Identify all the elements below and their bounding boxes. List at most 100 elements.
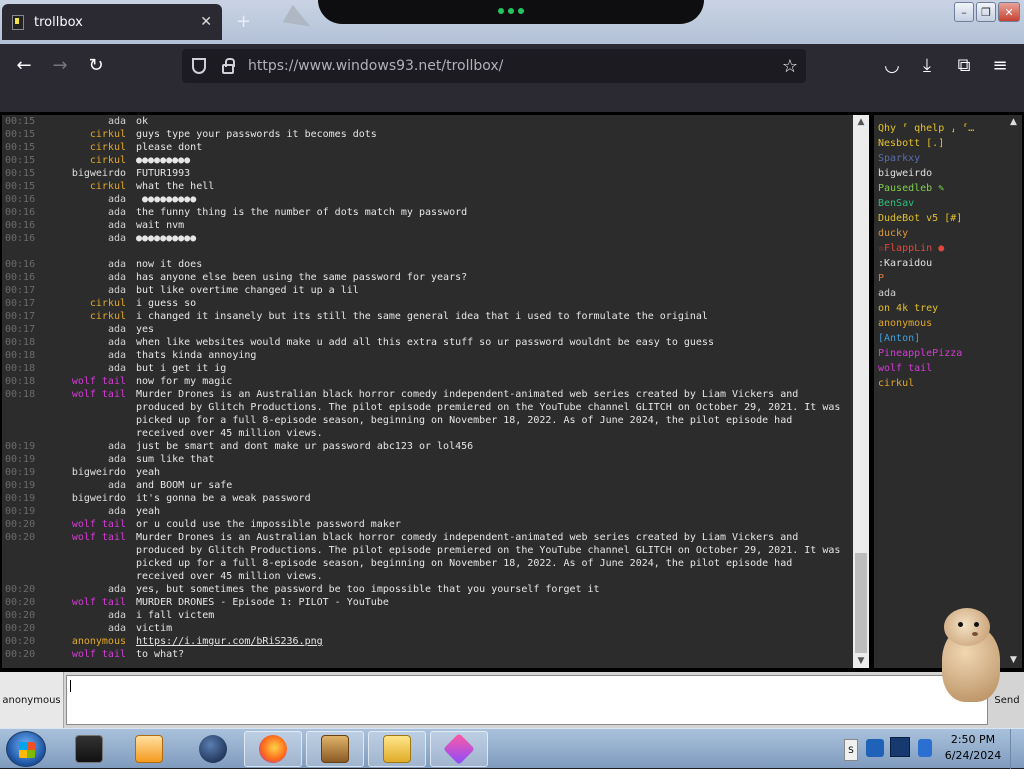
back-icon[interactable]: ← — [12, 54, 36, 78]
close-window-button[interactable]: ✕ — [998, 2, 1020, 22]
user-list-item[interactable]: ducky — [878, 226, 1008, 241]
message-nick[interactable]: bigweirdo — [42, 492, 126, 505]
clock[interactable]: 2:50 PM 6/24/2024 — [940, 732, 1006, 764]
message-nick[interactable]: ada — [42, 271, 126, 284]
chat-message: 00:20 wolf tail MURDER DRONES - Episode 1:… — [2, 596, 853, 609]
message-nick[interactable]: anonymous — [42, 635, 126, 648]
tracking-shield-icon[interactable] — [192, 58, 206, 74]
user-list-item[interactable]: Sparkxy — [878, 151, 1008, 166]
message-nick[interactable]: ada — [42, 440, 126, 453]
user-list-item[interactable]: ada — [878, 286, 1008, 301]
user-list-scrollbar[interactable]: ▲ ▼ — [1008, 115, 1022, 668]
message-nick[interactable]: ada — [42, 349, 126, 362]
message-nick[interactable]: cirkul — [42, 297, 126, 310]
message-nick[interactable]: wolf tail — [42, 596, 126, 609]
taskbar-app-media[interactable] — [120, 731, 178, 767]
users-scroll-up-icon[interactable]: ▲ — [1010, 117, 1017, 127]
downloads-icon[interactable]: ⤓ — [915, 54, 939, 78]
tab-trollbox[interactable]: trollbox ✕ — [2, 4, 222, 40]
bookmark-star-icon[interactable]: ☆ — [782, 56, 798, 77]
message-nick[interactable]: cirkul — [42, 310, 126, 323]
user-list-item[interactable]: BenSav — [878, 196, 1008, 211]
user-list-item[interactable]: anonymous — [878, 316, 1008, 331]
message-nick[interactable]: ada — [42, 258, 126, 271]
message-nick[interactable]: ada — [42, 505, 126, 518]
message-nick[interactable]: ada — [42, 362, 126, 375]
chat-scroll-thumb[interactable] — [855, 553, 867, 653]
message-nick[interactable]: ada — [42, 323, 126, 336]
message-nick[interactable]: ada — [42, 206, 126, 219]
lock-icon[interactable] — [222, 58, 235, 74]
browser-tab-bar: trollbox ✕ + – ❐ ✕ — [0, 0, 1024, 44]
minimize-button[interactable]: – — [954, 2, 974, 22]
users-scroll-down-icon[interactable]: ▼ — [1010, 655, 1017, 665]
message-nick[interactable]: wolf tail — [42, 375, 126, 388]
forward-icon[interactable]: → — [48, 54, 72, 78]
message-nick[interactable]: ada — [42, 622, 126, 635]
user-list-item[interactable]: P — [878, 271, 1008, 286]
user-list-item[interactable]: :Karaidou — [878, 256, 1008, 271]
message-nick[interactable]: wolf tail — [42, 648, 126, 661]
user-list-item[interactable]: Nesbott [.] — [878, 136, 1008, 151]
user-list-item[interactable]: Qhy ⸢ qhelp ⸥ ⸢… — [878, 121, 1008, 136]
chat-scrollbar[interactable]: ▲ ▼ — [853, 115, 869, 668]
message-text: i fall victem — [136, 610, 215, 621]
message-nick[interactable]: ada — [42, 284, 126, 297]
message-nick[interactable]: ada — [42, 115, 126, 128]
taskbar-app-globe[interactable] — [184, 731, 242, 767]
taskbar-app-firefox[interactable] — [244, 731, 302, 767]
message-nick[interactable]: ada — [42, 232, 126, 245]
network-icon[interactable] — [866, 739, 884, 757]
url-bar[interactable]: https://www.windows93.net/trollbox/ ☆ — [182, 49, 806, 83]
message-nick[interactable]: wolf tail — [42, 388, 126, 440]
taskbar-app-terminal[interactable] — [60, 731, 118, 767]
user-list-item[interactable]: bigweirdo — [878, 166, 1008, 181]
user-list-item[interactable]: PineapplePizza — [878, 346, 1008, 361]
message-nick[interactable]: ada — [42, 336, 126, 349]
message-nick[interactable]: ada — [42, 219, 126, 232]
message-nick[interactable]: ada — [42, 479, 126, 492]
message-nick[interactable]: ada — [42, 583, 126, 596]
taskbar-app-gem[interactable] — [430, 731, 488, 767]
extensions-icon[interactable]: ⧉ — [952, 54, 976, 78]
user-list-item[interactable]: DudeBot v5 [#] — [878, 211, 1008, 226]
message-input[interactable] — [66, 675, 988, 725]
message-nick[interactable]: ada — [42, 453, 126, 466]
message-nick[interactable]: cirkul — [42, 180, 126, 193]
message-text: the funny thing is the number of dots ma… — [136, 207, 468, 218]
menu-icon[interactable]: ≡ — [988, 54, 1012, 78]
pocket-icon[interactable]: ◡ — [880, 54, 904, 78]
scroll-up-icon[interactable]: ▲ — [853, 115, 869, 129]
message-nick[interactable]: ada — [42, 193, 126, 206]
user-list-item[interactable]: Pausedleb ✎ — [878, 181, 1008, 196]
reload-icon[interactable]: ↻ — [84, 54, 108, 78]
user-list-item[interactable]: on 4k trey — [878, 301, 1008, 316]
message-link[interactable]: https://i.imgur.com/bRiS236.png — [136, 636, 323, 647]
message-nick[interactable]: bigweirdo — [42, 466, 126, 479]
nickname-button[interactable]: anonymous — [0, 672, 64, 728]
user-list-item[interactable]: ☆FlappLin ● — [878, 241, 1008, 256]
volume-icon[interactable] — [918, 739, 932, 757]
message-nick[interactable]: cirkul — [42, 141, 126, 154]
start-button[interactable] — [6, 731, 46, 767]
message-nick[interactable]: cirkul — [42, 128, 126, 141]
taskbar-app-box[interactable] — [306, 731, 364, 767]
message-nick[interactable]: bigweirdo — [42, 167, 126, 180]
message-nick[interactable]: wolf tail — [42, 531, 126, 583]
taskbar-app-explorer[interactable] — [368, 731, 426, 767]
message-nick[interactable]: ada — [42, 609, 126, 622]
new-tab-icon[interactable]: + — [236, 11, 251, 32]
url-text[interactable]: https://www.windows93.net/trollbox/ — [248, 58, 503, 74]
tray-expand-icon[interactable]: S — [844, 739, 858, 761]
chat-message: 00:15 cirkul guys type your passwords it b… — [2, 128, 853, 141]
maximize-button[interactable]: ❐ — [976, 2, 996, 22]
message-nick[interactable]: wolf tail — [42, 518, 126, 531]
user-list-item[interactable]: wolf tail — [878, 361, 1008, 376]
scroll-down-icon[interactable]: ▼ — [853, 654, 869, 668]
monitor-icon[interactable] — [890, 737, 910, 757]
message-nick[interactable]: cirkul — [42, 154, 126, 167]
user-list-item[interactable]: [Anton] — [878, 331, 1008, 346]
user-list-item[interactable]: cirkul — [878, 376, 1008, 391]
show-desktop-button[interactable] — [1010, 729, 1024, 769]
tab-close-icon[interactable]: ✕ — [200, 14, 212, 30]
